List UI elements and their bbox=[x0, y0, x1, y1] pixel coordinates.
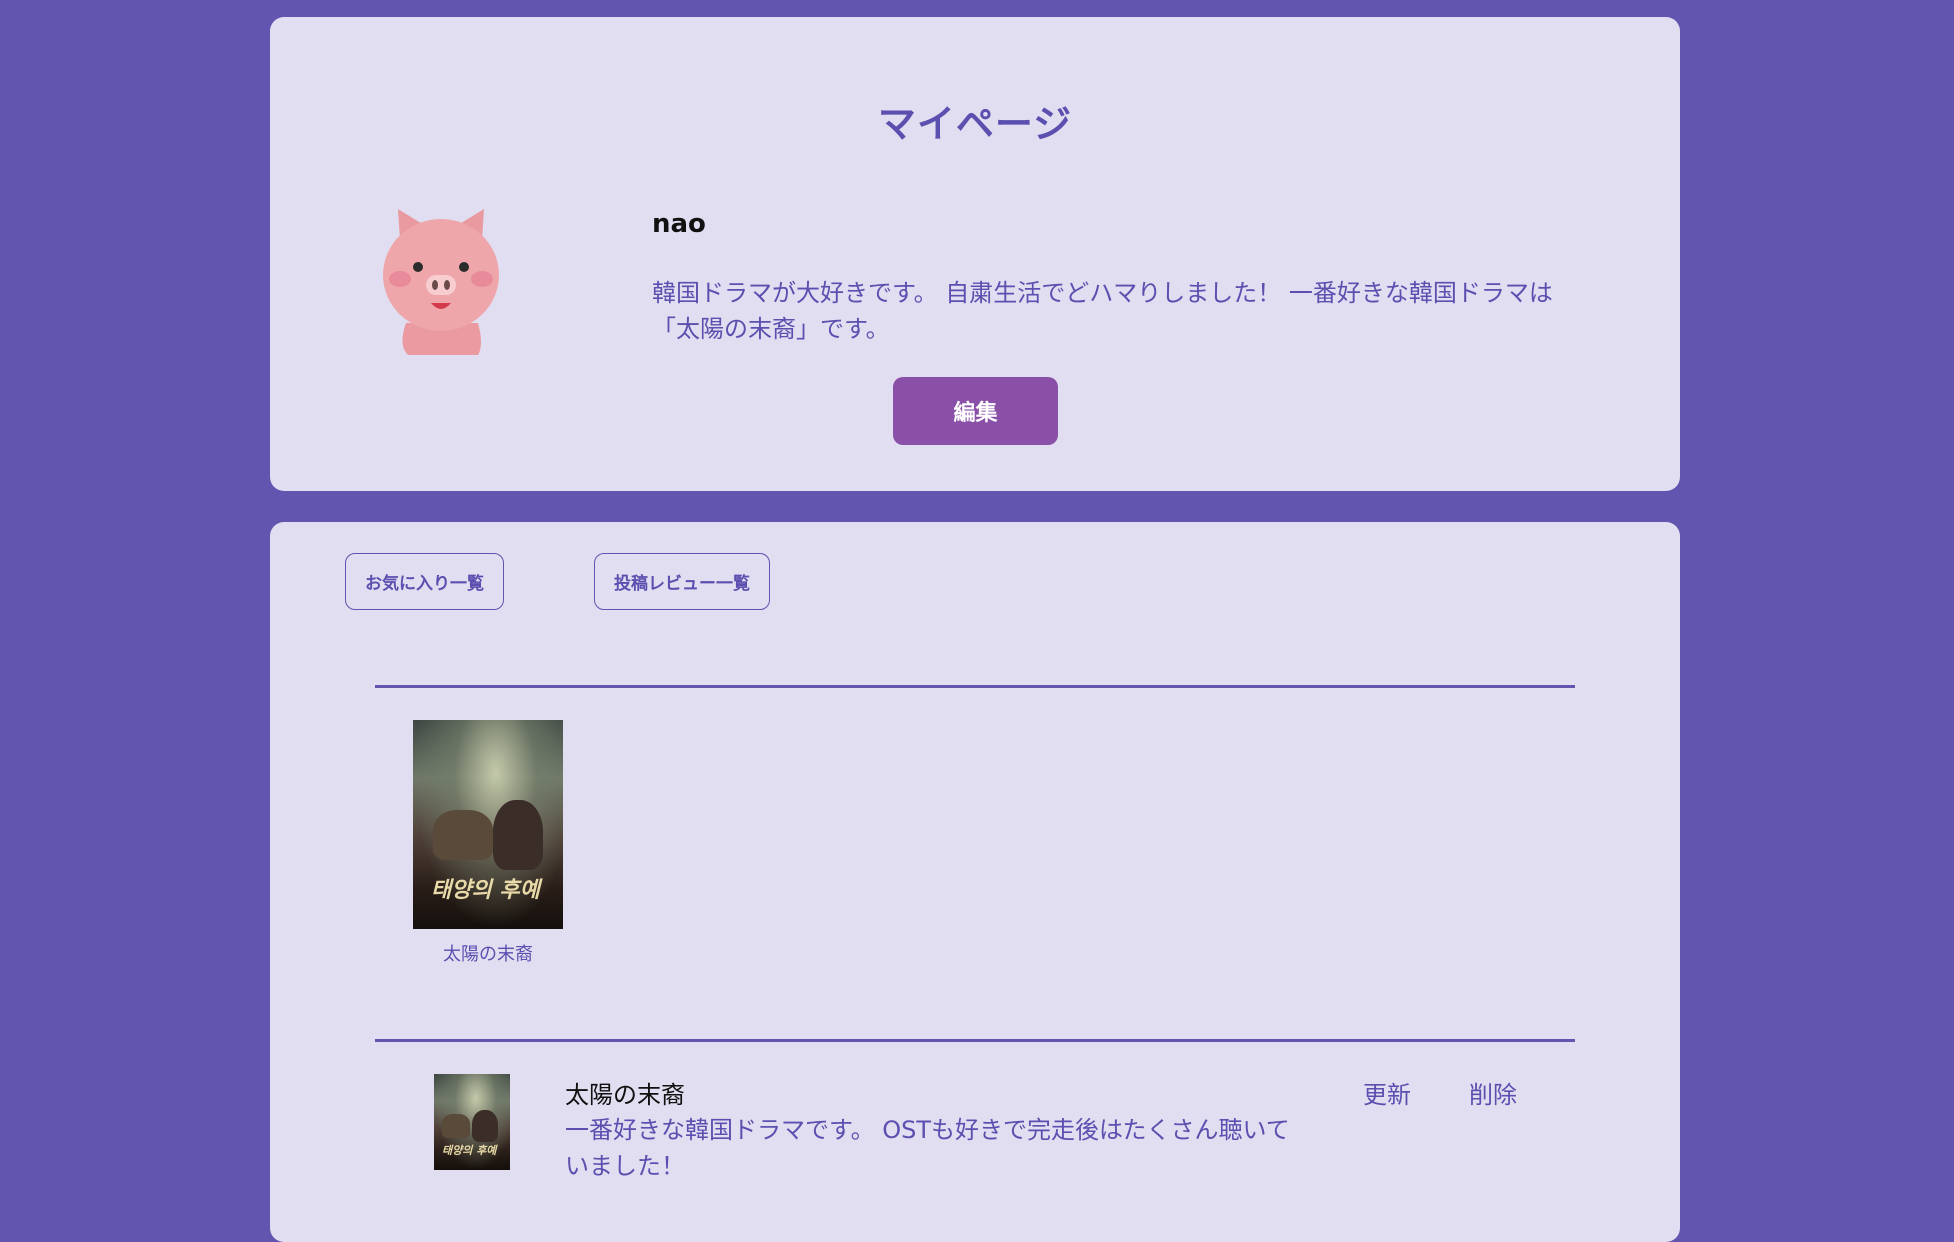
page-title: マイページ bbox=[877, 102, 1073, 146]
profile-bio: 韓国ドラマが大好きです。 自粛生活でどハマりしました！ 一番好きな韓国ドラマは「… bbox=[652, 279, 1553, 343]
poster-logo: 태양의 후예 bbox=[442, 1144, 497, 1157]
poster-figure bbox=[433, 810, 493, 860]
delete-link[interactable]: 削除 bbox=[1469, 1075, 1517, 1110]
divider bbox=[375, 685, 1575, 688]
review-body: 一番好きな韓国ドラマです。 OSTも好きで完走後はたくさん聴いていました！ bbox=[565, 1116, 1290, 1180]
review-poster[interactable]: 태양의 후예 bbox=[434, 1074, 510, 1170]
poster-figure bbox=[472, 1110, 498, 1142]
poster-figure bbox=[442, 1114, 470, 1138]
username: nao bbox=[652, 209, 706, 239]
favorite-title[interactable]: 太陽の末裔 bbox=[388, 940, 588, 966]
review-title: 太陽の末裔 bbox=[565, 1081, 685, 1109]
tab-favorites[interactable]: お気に入り一覧 bbox=[345, 553, 504, 610]
lists-card: お気に入り一覧 投稿レビュー一覧 태양의 후예 太陽の末裔 태양의 후예 太陽の… bbox=[270, 522, 1680, 1242]
profile-card: マイページ nao 韓国ドラマが大好きです。 自粛生活でどハマりしました！ 一番… bbox=[270, 17, 1680, 491]
poster-logo: 태양의 후예 bbox=[431, 877, 540, 903]
divider bbox=[375, 1039, 1575, 1042]
tab-reviews[interactable]: 投稿レビュー一覧 bbox=[594, 553, 770, 610]
favorite-poster[interactable]: 태양의 후예 bbox=[413, 720, 563, 929]
pig-avatar-icon bbox=[378, 195, 504, 355]
update-link[interactable]: 更新 bbox=[1363, 1075, 1411, 1110]
poster-figure bbox=[493, 800, 543, 870]
edit-button[interactable]: 編集 bbox=[893, 377, 1058, 445]
